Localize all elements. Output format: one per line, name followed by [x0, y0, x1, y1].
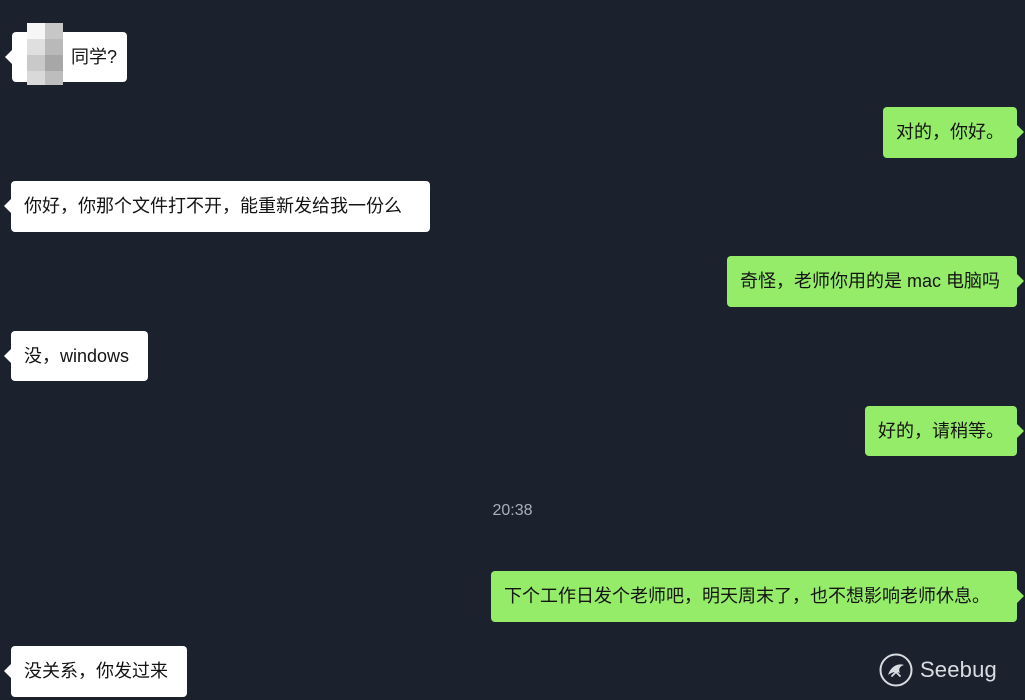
seebug-watermark: Seebug: [878, 652, 997, 688]
message-bubble-incoming[interactable]: 你好，你那个文件打不开，能重新发给我一份么: [4, 181, 430, 232]
message-bubble-outgoing[interactable]: 对的，你好。: [883, 107, 1024, 158]
message-text: 下个工作日发个老师吧，明天周末了，也不想影响老师休息。: [504, 586, 990, 606]
blurred-name: [27, 23, 63, 85]
message-text: 对的，你好。: [896, 122, 1004, 142]
message-timestamp: 20:38: [492, 502, 533, 519]
message-bubble-incoming[interactable]: 没，windows: [4, 331, 148, 381]
message-bubble-outgoing[interactable]: 好的，请稍等。: [865, 406, 1024, 456]
seebug-logo-icon: [878, 652, 914, 688]
message-text: 没，windows: [24, 346, 130, 366]
message-text: 好的，请稍等。: [878, 421, 1004, 441]
message-bubble-outgoing[interactable]: 奇怪，老师你用的是 mac 电脑吗: [727, 256, 1024, 307]
message-bubble-incoming[interactable]: 没关系，你发过来: [4, 646, 187, 697]
message-text: 同学?: [71, 47, 118, 67]
message-text: 没关系，你发过来: [24, 661, 168, 681]
message-text: 你好，你那个文件打不开，能重新发给我一份么: [24, 196, 402, 216]
message-bubble-outgoing[interactable]: 下个工作日发个老师吧，明天周末了，也不想影响老师休息。: [491, 571, 1024, 622]
message-text: 奇怪，老师你用的是 mac 电脑吗: [740, 271, 1001, 291]
message-bubble-incoming[interactable]: 同学?: [5, 23, 127, 85]
seebug-text: Seebug: [919, 657, 997, 682]
